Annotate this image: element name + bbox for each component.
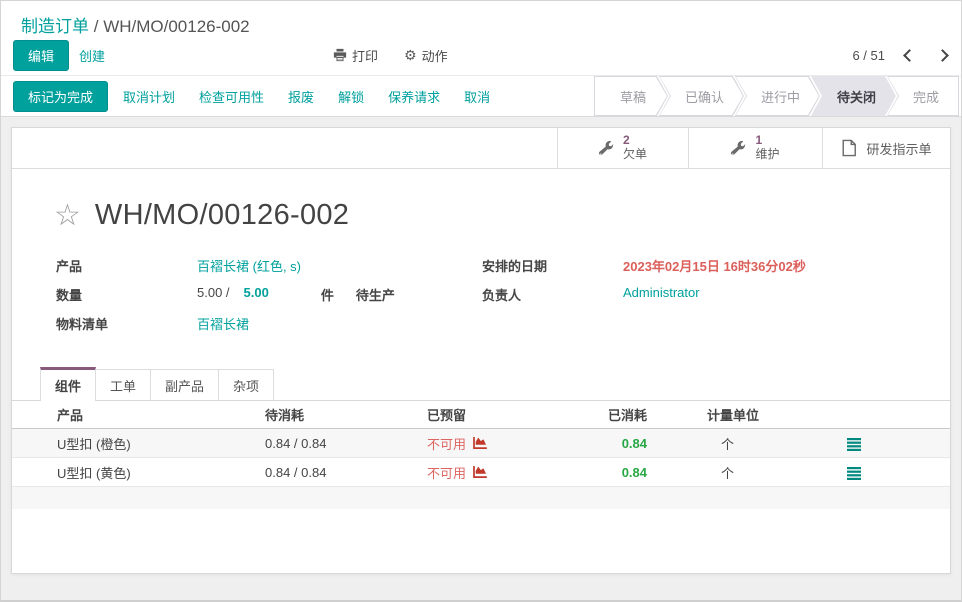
responsible-label: 负责人 (482, 285, 623, 304)
title-row: ☆ WH/MO/00126-002 (12, 169, 950, 238)
control-panel-buttons: 编辑 创建 打印 ⚙ 动作 6 / 51 (1, 35, 961, 75)
row-reserved-status: 不可用 (427, 463, 466, 482)
rd-instruction-smart-button[interactable]: 研发指示单 (822, 128, 950, 168)
pager-next-icon[interactable] (936, 49, 949, 62)
maintenance-label: 维护 (755, 148, 779, 162)
wrench-icon (599, 141, 614, 156)
create-button[interactable]: 创建 (69, 41, 115, 70)
header-uom: 计量单位 (647, 405, 822, 424)
quantity-total[interactable]: 5.00 (244, 285, 269, 304)
backorders-count: 2 (623, 134, 647, 148)
product-field-label: 产品 (56, 256, 197, 275)
manufacturing-order-page: 制造订单 / WH/MO/00126-002 编辑 创建 打印 ⚙ 动作 6 /… (0, 0, 962, 602)
row-to-consume: 0.84 / 0.84 (257, 436, 422, 451)
quantity-uom: 件 (321, 285, 334, 304)
form-sheet: 2 欠单 1 维护 研发指示单 ☆ WH/MO (11, 127, 951, 574)
mark-as-done-button[interactable]: 标记为完成 (13, 81, 108, 112)
tab-miscellaneous[interactable]: 杂项 (218, 369, 274, 400)
bom-field-value[interactable]: 百褶长裙 (197, 314, 249, 333)
forecast-chart-icon[interactable] (473, 437, 487, 449)
row-product: U型扣 (橙色) (12, 434, 257, 453)
smart-button-box: 2 欠单 1 维护 研发指示单 (12, 128, 950, 169)
row-consumed: 0.84 (592, 465, 647, 480)
header-to-consume: 待消耗 (257, 405, 422, 424)
check-availability-button[interactable]: 检查可用性 (190, 82, 273, 111)
empty-table-stripe (12, 487, 950, 509)
header-reserved: 已预留 (422, 405, 592, 424)
product-field-value[interactable]: 百褶长裙 (红色, s) (197, 256, 301, 275)
maintenance-count: 1 (755, 134, 779, 148)
backorders-label: 欠单 (623, 148, 647, 162)
status-steps: 草稿 已确认 进行中 待关闭 完成 (594, 76, 961, 116)
action-label: 动作 (422, 46, 448, 65)
row-uom: 个 (647, 463, 822, 482)
wrench-icon (731, 141, 746, 156)
print-label: 打印 (352, 46, 378, 65)
breadcrumb-separator: / (94, 17, 103, 36)
table-header-row: 产品 待消耗 已预留 已消耗 计量单位 (12, 401, 950, 429)
document-icon (841, 139, 857, 157)
table-row[interactable]: U型扣 (橙色) 0.84 / 0.84 不可用 0.84 个 (12, 429, 950, 458)
pager-value: 6 / 51 (852, 48, 885, 63)
pager: 6 / 51 (852, 48, 947, 63)
row-consumed: 0.84 (592, 436, 647, 451)
scheduled-date-value: 2023年02月15日 16时36分02秒 (623, 256, 806, 275)
bom-field-label: 物料清单 (56, 314, 197, 333)
tab-components[interactable]: 组件 (40, 367, 96, 401)
printer-icon (333, 48, 347, 62)
rd-instruction-label: 研发指示单 (866, 139, 931, 158)
tab-byproducts[interactable]: 副产品 (150, 369, 219, 400)
table-row[interactable]: U型扣 (黄色) 0.84 / 0.84 不可用 0.84 个 (12, 458, 950, 487)
status-step-draft[interactable]: 草稿 (594, 76, 668, 116)
pager-previous-icon[interactable] (903, 49, 916, 62)
breadcrumb-current: WH/MO/00126-002 (103, 17, 249, 36)
quantity-produced: 5.00 / (197, 285, 230, 304)
breadcrumb-parent[interactable]: 制造订单 (21, 17, 89, 36)
status-step-confirmed[interactable]: 已确认 (659, 76, 744, 116)
edit-button[interactable]: 编辑 (13, 40, 69, 71)
breadcrumb: 制造订单 / WH/MO/00126-002 (1, 1, 961, 35)
gear-icon: ⚙ (404, 48, 417, 62)
scrap-button[interactable]: 报废 (279, 82, 323, 111)
row-product: U型扣 (黄色) (12, 463, 257, 482)
row-reserved-status: 不可用 (427, 434, 466, 453)
quantity-state: 待生产 (356, 285, 395, 304)
cancel-button[interactable]: 取消 (455, 82, 499, 111)
scheduled-date-label: 安排的日期 (482, 256, 623, 275)
unlock-button[interactable]: 解锁 (329, 82, 373, 111)
header-consumed: 已消耗 (592, 405, 647, 424)
components-table: 产品 待消耗 已预留 已消耗 计量单位 U型扣 (橙色) 0.84 / 0.84… (12, 401, 950, 509)
header-product: 产品 (12, 405, 257, 424)
move-details-list-icon[interactable] (847, 438, 861, 451)
unplan-button[interactable]: 取消计划 (114, 82, 184, 111)
status-step-in-progress[interactable]: 进行中 (735, 76, 820, 116)
maintenance-smart-button[interactable]: 1 维护 (688, 128, 822, 168)
record-title: WH/MO/00126-002 (95, 199, 349, 232)
tab-work-orders[interactable]: 工单 (95, 369, 151, 400)
print-button[interactable]: 打印 (333, 46, 378, 65)
notebook-tabs: 组件 工单 副产品 杂项 (12, 367, 950, 401)
status-step-to-close[interactable]: 待关闭 (811, 76, 896, 116)
statusbar: 标记为完成 取消计划 检查可用性 报废 解锁 保养请求 取消 草稿 已确认 进行… (1, 75, 961, 117)
maintenance-request-button[interactable]: 保养请求 (379, 82, 449, 111)
row-uom: 个 (647, 434, 822, 453)
field-group: 产品 百褶长裙 (红色, s) 数量 5.00 / 5.00 件 待生产 物料清… (12, 238, 950, 343)
responsible-value[interactable]: Administrator (623, 285, 700, 304)
row-to-consume: 0.84 / 0.84 (257, 465, 422, 480)
form-view: 2 欠单 1 维护 研发指示单 ☆ WH/MO (1, 117, 961, 600)
move-details-list-icon[interactable] (847, 467, 861, 480)
favorite-star-icon[interactable]: ☆ (54, 201, 81, 231)
status-step-done[interactable]: 完成 (887, 76, 959, 116)
backorders-smart-button[interactable]: 2 欠单 (557, 128, 688, 168)
action-menu-button[interactable]: ⚙ 动作 (404, 46, 448, 65)
forecast-chart-icon[interactable] (473, 466, 487, 478)
quantity-field-label: 数量 (56, 285, 197, 304)
